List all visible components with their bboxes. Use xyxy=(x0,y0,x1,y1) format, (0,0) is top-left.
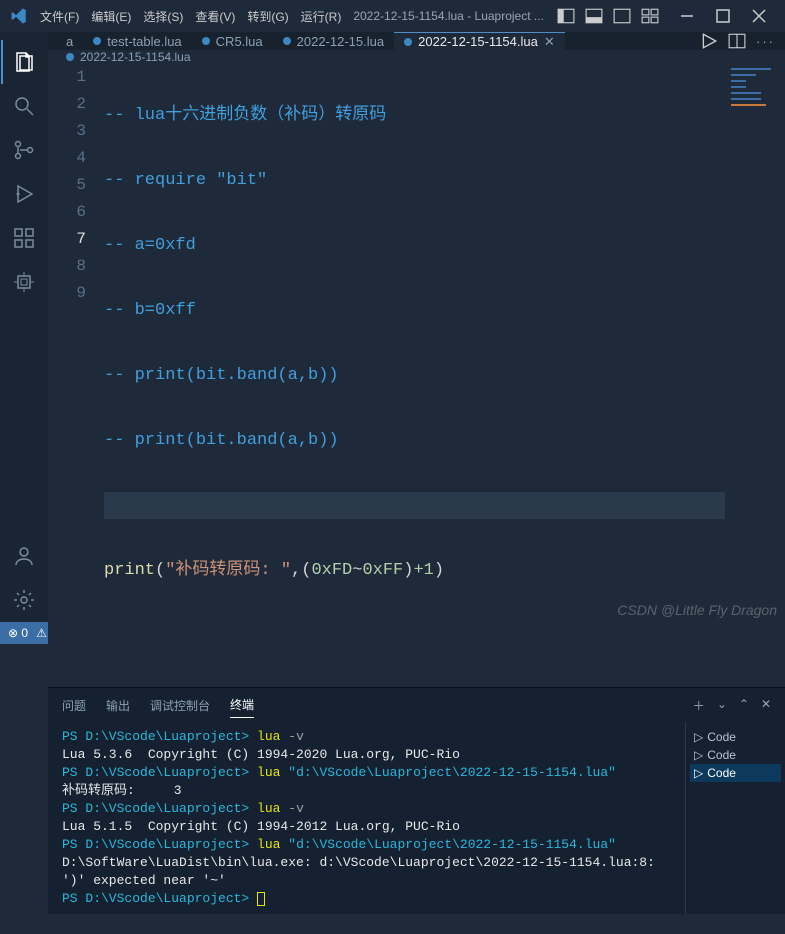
tab-label: a xyxy=(66,34,73,49)
layout-panel-icon[interactable] xyxy=(585,7,603,25)
lua-icon xyxy=(93,37,101,45)
tab-label: 2022-12-15-1154.lua xyxy=(418,34,538,49)
close-icon[interactable]: ✕ xyxy=(544,34,555,50)
panel-close-icon[interactable]: ✕ xyxy=(761,697,771,714)
close-button[interactable] xyxy=(741,0,777,32)
account-icon[interactable] xyxy=(0,534,48,578)
cpu-icon[interactable] xyxy=(0,260,48,304)
line-gutter: 1 2 3 4 5 6 7 8 9 xyxy=(48,64,104,687)
menu-view[interactable]: 查看(V) xyxy=(189,8,241,25)
source-control-icon[interactable] xyxy=(0,128,48,172)
panel-tab-debug-console[interactable]: 调试控制台 xyxy=(150,693,210,718)
lua-icon xyxy=(66,53,74,61)
menu-selection[interactable]: 选择(S) xyxy=(137,8,189,25)
panel-tab-problems[interactable]: 问题 xyxy=(62,693,86,718)
minimize-button[interactable] xyxy=(669,0,705,32)
menu-run[interactable]: 运行(R) xyxy=(295,8,348,25)
watermark: CSDN @Little Fly Dragon xyxy=(617,602,777,618)
breadcrumb[interactable]: 2022-12-15-1154.lua xyxy=(48,50,785,64)
terminal-cursor xyxy=(257,892,265,906)
editor-tabs: a test-table.lua CR5.lua 2022-12-15.lua … xyxy=(48,32,785,50)
tab-test-table[interactable]: test-table.lua xyxy=(83,32,191,50)
terminal-item[interactable]: ▷Code xyxy=(690,728,781,746)
lua-icon xyxy=(404,38,412,46)
terminal-icon: ▷ xyxy=(694,748,703,762)
layout-sidebar-left-icon[interactable] xyxy=(557,7,575,25)
search-icon[interactable] xyxy=(0,84,48,128)
terminal-item[interactable]: ▷Code xyxy=(690,764,781,782)
terminal-output[interactable]: PS D:\VScode\Luaproject> lua -v Lua 5.3.… xyxy=(48,722,685,914)
tab-lua-partial[interactable]: a xyxy=(48,32,83,50)
minimap[interactable] xyxy=(725,64,785,687)
tab-label: test-table.lua xyxy=(107,34,181,49)
extensions-icon[interactable] xyxy=(0,216,48,260)
panel-maximize-icon[interactable]: ⌃ xyxy=(739,697,749,714)
terminal-icon: ▷ xyxy=(694,766,703,780)
panel-tab-output[interactable]: 输出 xyxy=(106,693,130,718)
title-bar: 文件(F) 编辑(E) 选择(S) 查看(V) 转到(G) 运行(R) 2022… xyxy=(0,0,785,32)
terminal-dropdown-icon[interactable]: ⌄ xyxy=(717,697,727,714)
terminal-icon: ▷ xyxy=(694,730,703,744)
layout-sidebar-right-icon[interactable] xyxy=(613,7,631,25)
maximize-button[interactable] xyxy=(705,0,741,32)
new-terminal-icon[interactable]: ＋ xyxy=(693,697,705,714)
menu-file[interactable]: 文件(F) xyxy=(34,8,85,25)
more-icon[interactable]: ··· xyxy=(756,34,775,49)
code-editor[interactable]: 1 2 3 4 5 6 7 8 9 -- lua十六进制负数（补码）转原码 --… xyxy=(48,64,785,687)
status-errors[interactable]: ⊗ 0 xyxy=(8,626,28,640)
window-title: 2022-12-15-1154.lua - Luaproject ... xyxy=(347,9,557,23)
tab-2022-12-15[interactable]: 2022-12-15.lua xyxy=(273,32,394,50)
bottom-panel: 问题 输出 调试控制台 终端 ＋ ⌄ ⌃ ✕ PS D:\VScode\Luap… xyxy=(48,687,785,914)
tab-2022-12-15-1154[interactable]: 2022-12-15-1154.lua ✕ xyxy=(394,32,565,50)
activity-bar xyxy=(0,32,48,622)
tab-cr5[interactable]: CR5.lua xyxy=(192,32,273,50)
lua-icon xyxy=(283,37,291,45)
explorer-icon[interactable] xyxy=(1,40,47,84)
run-debug-icon[interactable] xyxy=(0,172,48,216)
lua-icon xyxy=(202,37,210,45)
panel-tab-terminal[interactable]: 终端 xyxy=(230,692,254,718)
menu-go[interactable]: 转到(G) xyxy=(241,8,294,25)
tab-label: 2022-12-15.lua xyxy=(297,34,384,49)
menu-edit[interactable]: 编辑(E) xyxy=(85,8,137,25)
tab-label: CR5.lua xyxy=(216,34,263,49)
terminal-list: ▷Code ▷Code ▷Code xyxy=(685,722,785,914)
split-editor-icon[interactable] xyxy=(728,32,746,50)
vscode-icon xyxy=(10,7,28,25)
run-icon[interactable] xyxy=(700,32,718,50)
customize-layout-icon[interactable] xyxy=(641,7,659,25)
terminal-item[interactable]: ▷Code xyxy=(690,746,781,764)
code-content[interactable]: -- lua十六进制负数（补码）转原码 -- require "bit" -- … xyxy=(104,64,725,687)
breadcrumb-item: 2022-12-15-1154.lua xyxy=(80,50,191,64)
settings-gear-icon[interactable] xyxy=(0,578,48,622)
